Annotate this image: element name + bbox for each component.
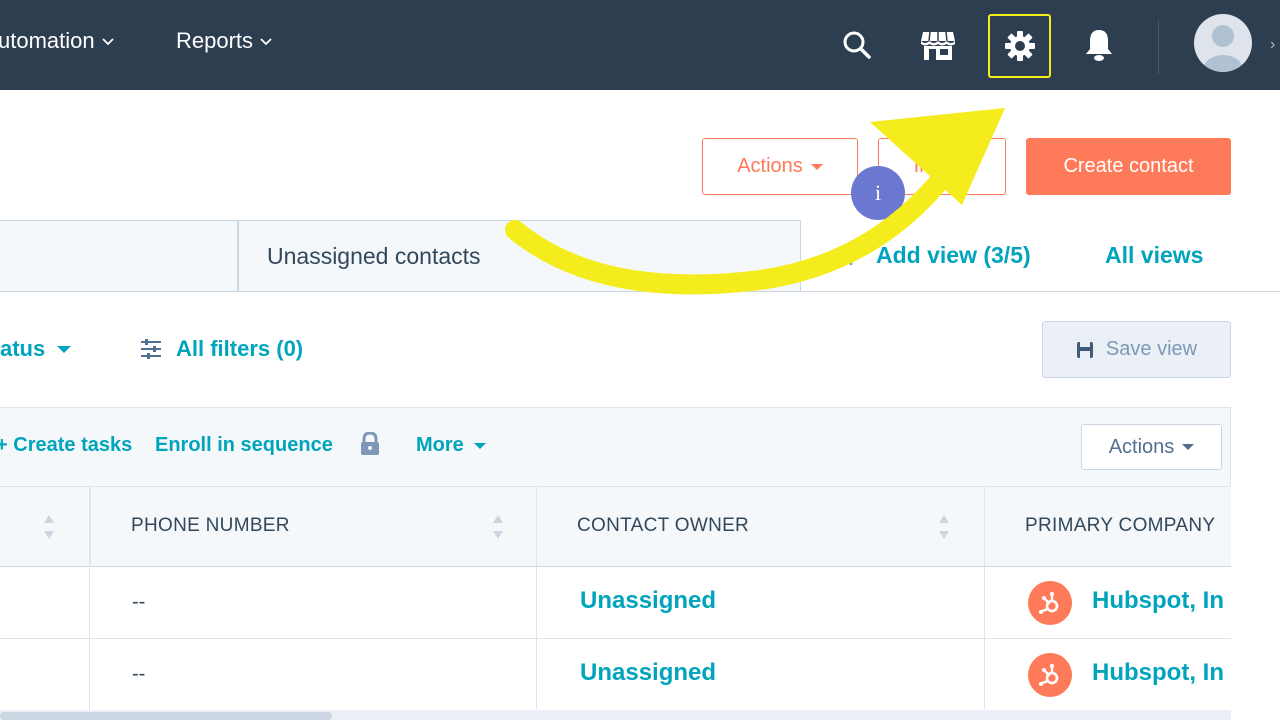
notifications-button[interactable] — [1076, 22, 1122, 68]
bell-icon — [1086, 30, 1112, 61]
import-button-label: Im rt — [913, 155, 971, 177]
company-cell[interactable]: Hubspot, In — [1092, 659, 1224, 687]
plus-icon: + — [0, 434, 8, 456]
create-tasks-link[interactable]: + Create tasks — [0, 434, 132, 457]
info-badge[interactable]: i — [851, 166, 905, 220]
caret-down-icon — [473, 442, 486, 449]
add-view-label: Add view (3/5) — [876, 242, 1031, 268]
table-header: PHONE NUMBER CONTACT OWNER PRIMARY COMPA… — [0, 487, 1231, 567]
create-contact-label: Create contact — [1063, 155, 1194, 177]
save-icon — [1076, 341, 1093, 358]
table-row[interactable]: -- Unassigned Hubspot, In — [0, 567, 1231, 639]
nav-menu-automation[interactable]: utomation — [0, 28, 115, 54]
horizontal-scrollbar-thumb[interactable] — [0, 712, 332, 720]
bulk-actions-dropdown[interactable]: Actions — [1081, 424, 1222, 470]
enroll-in-sequence-link[interactable]: Enroll in sequence — [155, 434, 333, 457]
top-navigation-bar: utomation Reports › — [0, 0, 1280, 90]
save-view-label: Save view — [1105, 338, 1198, 360]
owner-cell[interactable]: Unassigned — [580, 587, 716, 615]
search-button[interactable] — [834, 22, 880, 68]
add-view-button[interactable]: Add view (3/5) — [840, 242, 1031, 269]
marketplace-icon — [921, 31, 955, 60]
avatar[interactable] — [1194, 14, 1252, 72]
hubspot-logo-icon — [1028, 581, 1072, 625]
more-menu-label: More — [416, 434, 464, 456]
save-view-button[interactable]: Save view — [1042, 321, 1231, 378]
column-header-owner-label: CONTACT OWNER — [577, 515, 750, 536]
tab-unassigned-contacts[interactable]: Unassigned contacts — [238, 220, 801, 292]
settings-icon — [1004, 31, 1035, 61]
caret-down-icon — [810, 163, 823, 170]
more-menu[interactable]: More — [416, 434, 486, 457]
column-header-phone-label: PHONE NUMBER — [131, 515, 290, 536]
view-tabs: Unassigned contacts Add view (3/5) All v… — [0, 220, 1280, 292]
user-avatar-icon — [1203, 25, 1243, 72]
contacts-page: utomation Reports › Actions Im rt Create… — [0, 0, 1280, 720]
tabs-divider — [801, 291, 1280, 292]
account-menu-chevron[interactable]: › — [1270, 36, 1280, 54]
marketplace-button[interactable] — [915, 22, 961, 68]
all-filters-button[interactable]: All filters (0) — [140, 336, 303, 362]
sort-icon — [493, 515, 503, 539]
bulk-actions-label: Actions — [1108, 435, 1175, 458]
create-contact-button[interactable]: Create contact — [1026, 138, 1231, 195]
column-header-company[interactable]: PRIMARY COMPANY — [985, 487, 1231, 567]
column-header-company-label: PRIMARY COMPANY — [1025, 515, 1216, 536]
lock-icon — [359, 431, 381, 461]
chevron-down-icon — [260, 38, 272, 46]
nav-divider — [1158, 20, 1159, 74]
actions-button[interactable]: Actions — [702, 138, 858, 195]
actions-button-label: Actions — [737, 155, 803, 177]
lead-status-filter-label: atus — [0, 336, 46, 361]
sliders-icon — [141, 339, 161, 359]
chevron-down-icon — [101, 38, 114, 46]
owner-cell[interactable]: Unassigned — [580, 659, 716, 687]
all-views-link[interactable]: All views — [1105, 242, 1203, 269]
hubspot-logo-icon — [1028, 653, 1072, 697]
column-header-phone[interactable]: PHONE NUMBER — [90, 487, 537, 567]
caret-down-icon — [1182, 444, 1195, 450]
cell-divider — [984, 639, 985, 711]
create-tasks-label: Create tasks — [13, 434, 133, 456]
column-header-owner[interactable]: CONTACT OWNER — [537, 487, 985, 567]
table-row[interactable]: -- Unassigned Hubspot, In — [0, 639, 1231, 711]
plus-icon — [842, 246, 860, 265]
search-icon — [843, 31, 871, 59]
cell-divider — [984, 567, 985, 639]
nav-menu-reports-label: Reports — [176, 28, 254, 53]
caret-down-icon — [57, 345, 72, 353]
bulk-actions-bar: + Create tasks Enroll in sequence More A… — [0, 407, 1231, 487]
cell-divider — [89, 639, 90, 711]
tab-previous-view[interactable] — [0, 220, 238, 292]
nav-menu-automation-label: utomation — [0, 28, 95, 53]
sort-icon — [44, 515, 54, 539]
cell-divider — [89, 567, 90, 639]
cell-divider — [536, 639, 537, 711]
column-header-name[interactable] — [0, 487, 90, 567]
phone-cell: -- — [132, 663, 146, 685]
contacts-table: PHONE NUMBER CONTACT OWNER PRIMARY COMPA… — [0, 487, 1231, 720]
cell-divider — [536, 567, 537, 639]
phone-cell: -- — [132, 591, 146, 613]
tab-unassigned-label: Unassigned contacts — [267, 242, 481, 269]
sort-icon — [939, 515, 949, 539]
all-filters-label: All filters (0) — [176, 336, 304, 361]
info-badge-label: i — [874, 180, 882, 205]
company-cell[interactable]: Hubspot, In — [1092, 587, 1224, 615]
lead-status-filter[interactable]: atus — [0, 336, 72, 362]
nav-menu-reports[interactable]: Reports — [176, 28, 273, 54]
settings-button[interactable] — [988, 14, 1051, 78]
